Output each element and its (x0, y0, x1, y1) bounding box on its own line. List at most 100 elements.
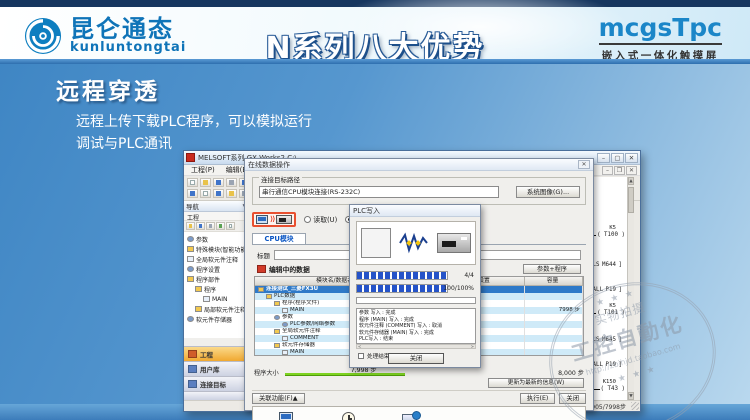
total-size-value: 8,000 步 (558, 368, 584, 377)
vertical-scrollbar[interactable]: ▲ ▼ (627, 177, 634, 400)
system-image-button[interactable]: 系统图像(G)... (516, 186, 580, 198)
open-file-icon[interactable] (200, 178, 211, 187)
save-icon[interactable] (213, 178, 224, 187)
related-functions-button[interactable]: 关联功能(F)▲ (252, 393, 305, 404)
timer-coil: T100 (596, 232, 626, 238)
gear-icon (282, 322, 288, 327)
related-plc-memory-clear[interactable]: PLC存储器清除 (391, 411, 431, 420)
folder-icon (274, 343, 280, 348)
timer-coil: T43 (600, 386, 626, 392)
refresh-info-button[interactable]: 更新为最新的信息(W) (488, 378, 584, 388)
radio-read[interactable]: 读取(U) (304, 214, 337, 224)
slide: 昆仑通态 kunluntongtai N系列八大优势 mcgsTpc 嵌入式一体… (0, 0, 750, 420)
mcgs-logo-text: mcgsTpc (599, 15, 722, 40)
related-remote-operation[interactable]: 远程操作 (267, 411, 307, 420)
size-label: 程序大小 (254, 368, 279, 377)
ladder-symbol-icon[interactable] (213, 189, 224, 198)
nav-tool-icon[interactable] (226, 222, 235, 230)
dialog-close-icon[interactable]: ✕ (578, 160, 590, 169)
editing-data-label: 编辑中的数据 (269, 264, 310, 274)
execute-button[interactable]: 执行(E) (520, 393, 556, 404)
plc-module-icon (437, 233, 471, 253)
scroll-down-icon[interactable]: ▼ (628, 392, 634, 400)
menu-project[interactable]: 工程(P) (186, 165, 220, 175)
gear-icon (187, 236, 194, 242)
nav-tool-icon[interactable] (186, 222, 195, 230)
mcgs-logo: mcgsTpc 嵌入式一体化触摸屏 (599, 15, 722, 63)
write-progress-bar-items (356, 271, 448, 280)
log-line: PLC写入 : 结束 (359, 336, 473, 343)
resize-grip[interactable] (631, 402, 639, 410)
write-progress-percent-label: 100/100% (443, 285, 474, 292)
connection-group: 连接目标路径 串行通信CPU模块连接(RS-232C) 系统图像(G)... (252, 177, 586, 205)
document-icon (203, 296, 210, 302)
dialog-footer: 关联功能(F)▲ 执行(E) 关闭 (252, 392, 586, 404)
write-progress-bar-percent (356, 284, 448, 293)
project-icon (188, 350, 197, 358)
dialog-separator (252, 390, 586, 391)
scroll-right-icon[interactable]: > (471, 345, 474, 348)
write-progress-items-label: 4/4 (464, 272, 474, 279)
nav-tool-icon[interactable] (216, 222, 225, 230)
new-file-icon[interactable] (187, 178, 198, 187)
section-heading: 远程穿透 (56, 72, 160, 106)
print-icon[interactable] (226, 178, 237, 187)
write-log[interactable]: 参数 写入 : 完成 程序 (MAIN) 写入 : 完成 软元件注释 (COMM… (356, 308, 476, 344)
ladder-symbol-icon[interactable] (187, 189, 198, 198)
project-icon (258, 287, 264, 292)
mdi-minimize-icon[interactable]: – (602, 166, 613, 175)
mcgs-logo-rule (599, 43, 722, 45)
checkbox-icon[interactable] (358, 353, 364, 359)
transfer-zigzag-icon (399, 232, 429, 254)
ladder-symbol-icon[interactable] (200, 189, 211, 198)
description-line-1: 远程上传下载PLC程序，可以模拟运行 (76, 112, 396, 134)
log-horizontal-scrollbar[interactable]: < > (356, 344, 476, 349)
gear-icon (187, 266, 194, 272)
clock-icon (339, 411, 359, 420)
col-capacity: 容量 (525, 277, 583, 285)
folder-icon (274, 301, 280, 306)
related-clock-setting[interactable]: 时钟设置 (329, 411, 369, 420)
mdi-close-icon[interactable]: ✕ (626, 166, 637, 175)
tab-cpu-module[interactable]: CPU模块 (252, 233, 306, 244)
folder-icon (187, 246, 194, 252)
pc-icon (256, 215, 268, 224)
maximize-icon[interactable]: ▢ (611, 153, 624, 163)
scrollbar-thumb[interactable] (628, 187, 634, 213)
mdi-window-controls: – ❐ ✕ (602, 166, 637, 175)
dialog-titlebar[interactable]: 在线数据操作 ✕ (245, 159, 593, 171)
write-dialog-titlebar[interactable]: PLC写入 (350, 205, 480, 217)
software-window-icon (361, 228, 391, 258)
folder-icon (187, 276, 194, 282)
slide-header: 昆仑通态 kunluntongtai N系列八大优势 mcgsTpc 嵌入式一体… (0, 7, 750, 59)
scroll-left-icon[interactable]: < (358, 345, 361, 348)
app-icon (186, 153, 195, 162)
close-icon[interactable]: ✕ (625, 153, 638, 163)
transfer-graphic (356, 221, 476, 265)
connection-path-field[interactable]: 串行通信CPU模块连接(RS-232C) (259, 186, 499, 198)
library-icon (188, 365, 197, 373)
timer-coil: T101 (596, 310, 626, 316)
document-icon (282, 336, 288, 341)
connection-icon (188, 380, 197, 388)
write-close-button[interactable]: 关闭 (388, 353, 444, 364)
folder-icon (266, 294, 272, 299)
dialog-close-button[interactable]: 关闭 (559, 393, 586, 404)
minimize-icon[interactable]: – (597, 153, 610, 163)
folder-icon (274, 329, 280, 334)
related-functions-panel: 远程操作 时钟设置 PLC存储器清除 (252, 406, 586, 420)
folder-icon (195, 286, 202, 292)
mdi-restore-icon[interactable]: ❐ (614, 166, 625, 175)
nav-tool-icon[interactable] (206, 222, 215, 230)
gear-icon (274, 315, 280, 320)
param-program-button[interactable]: 参数+程序 (523, 264, 581, 274)
scroll-up-icon[interactable]: ▲ (628, 177, 634, 185)
pc-to-plc-icon: ⟩⟩ (252, 212, 296, 227)
editing-data-icon (257, 265, 266, 273)
ladder-symbol-icon[interactable] (226, 189, 237, 198)
remote-operation-icon (277, 411, 297, 420)
document-icon (282, 350, 288, 355)
write-progress-bar-empty (356, 297, 476, 304)
nav-tool-icon[interactable] (196, 222, 205, 230)
section-description: 远程上传下载PLC程序，可以模拟运行 调试与PLC通讯 (76, 112, 396, 155)
